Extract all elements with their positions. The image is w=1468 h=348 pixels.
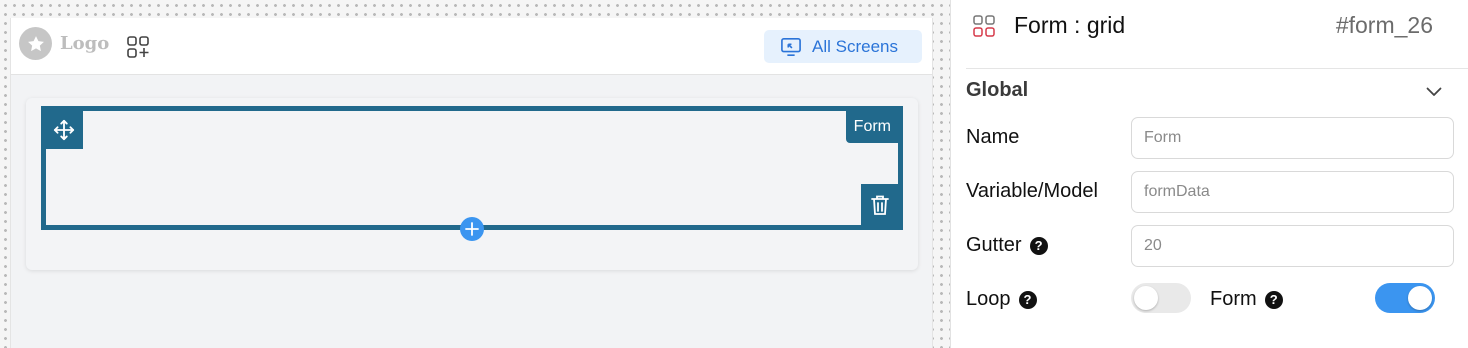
loop-label-text: Loop [966, 288, 1011, 310]
form-toggle[interactable] [1375, 283, 1435, 313]
chevron-down-icon[interactable] [1426, 84, 1442, 102]
model-field[interactable] [1131, 171, 1454, 213]
name-label: Name [966, 126, 1019, 149]
model-label-text: Variable/Model [966, 180, 1098, 202]
gutter-label-text: Gutter [966, 234, 1022, 256]
screens-icon [781, 37, 801, 56]
move-handle[interactable] [45, 110, 83, 149]
container-card[interactable]: Form [26, 98, 918, 270]
form-component[interactable]: Form [41, 106, 903, 241]
all-screens-label: All Screens [812, 36, 898, 56]
form-label: Form ? [1210, 288, 1283, 311]
form-tag: Form [845, 110, 899, 143]
help-icon[interactable]: ? [1264, 290, 1283, 309]
screen-frame: Logo All Screens Form [10, 18, 933, 348]
toggle-knob [1408, 286, 1432, 310]
help-icon[interactable]: ? [1018, 290, 1037, 309]
add-widget-icon[interactable] [126, 35, 150, 59]
logo-text: Logo [60, 33, 110, 54]
loop-toggle[interactable] [1131, 283, 1191, 313]
help-icon[interactable]: ? [1029, 236, 1048, 255]
form-label-text: Form [1210, 288, 1257, 310]
all-screens-button[interactable]: All Screens [764, 30, 922, 63]
move-icon [53, 119, 75, 140]
gutter-field[interactable] [1131, 225, 1454, 267]
delete-button[interactable] [861, 184, 899, 226]
design-canvas[interactable]: Logo All Screens Form [0, 0, 951, 348]
name-label-text: Name [966, 126, 1020, 148]
model-label: Variable/Model [966, 180, 1098, 203]
properties-panel: Form : grid #form_26 Global Name Variabl… [952, 0, 1468, 348]
component-title: Form : grid [1014, 12, 1126, 38]
component-id: #form_26 [1335, 12, 1433, 38]
grid-icon [972, 14, 996, 43]
name-field[interactable] [1131, 117, 1454, 159]
divider [966, 68, 1468, 69]
toggle-knob [1134, 286, 1158, 310]
section-title-global[interactable]: Global [966, 79, 1028, 102]
loop-label: Loop ? [966, 288, 1037, 311]
panel-header: Form : grid #form_26 [952, 0, 1468, 54]
gutter-label: Gutter ? [966, 234, 1048, 257]
add-element-button[interactable] [460, 217, 484, 241]
plus-icon [465, 222, 479, 236]
app-bar: Logo All Screens [11, 18, 932, 75]
logo[interactable]: Logo [19, 27, 109, 60]
star-icon [19, 27, 52, 60]
delete-icon [871, 195, 889, 215]
